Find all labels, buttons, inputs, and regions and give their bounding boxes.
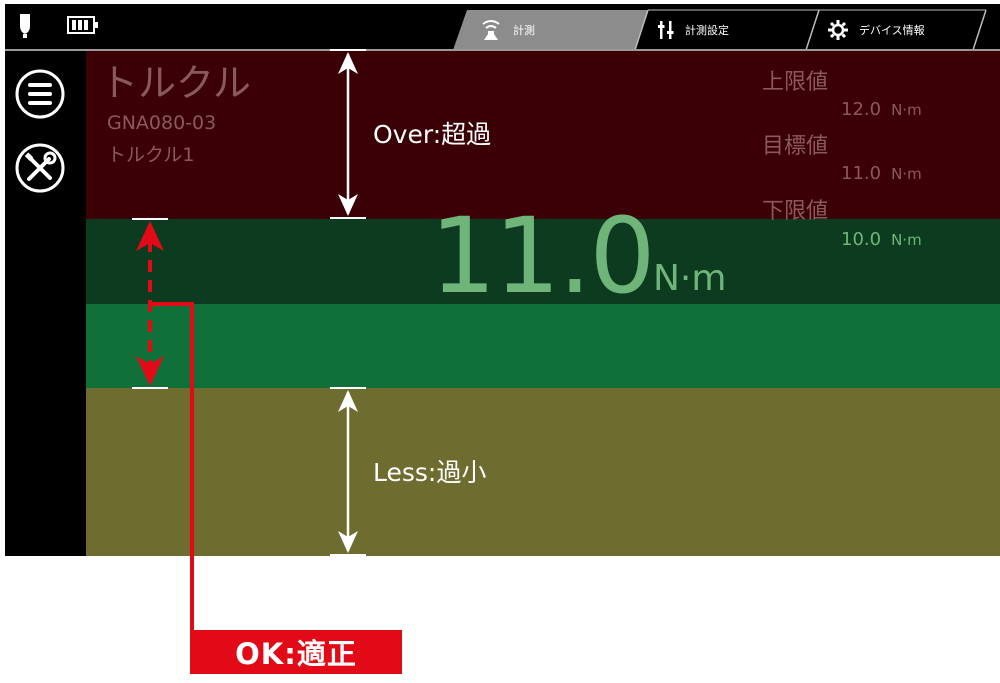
tools-button[interactable] [15,143,65,193]
menu-button[interactable] [15,69,65,119]
upper-limit-number: 12.0 [841,99,882,120]
sidebar [5,51,86,556]
upper-limit-value: 12.0 N·m [841,99,922,120]
ok-annotation: OK:適正 [190,630,402,674]
lower-limit-number: 10.0 [841,229,882,250]
target-label: 目標値 [762,134,829,159]
lower-limit-value: 10.0 N·m [841,229,922,250]
target-unit: N·m [891,165,922,183]
menu-icon [15,69,65,123]
signal-icon [479,18,503,42]
tab-measure-settings[interactable]: 計測設定 [657,10,729,50]
tab-device-info-label: デバイス情報 [859,24,925,37]
measured-unit: N·m [653,258,727,299]
less-annotation: Less:過小 [373,458,487,487]
tool-name: トルクル1 [107,144,195,166]
tools-icon [15,143,65,197]
lower-limit-label: 下限値 [762,199,829,224]
tool-title: トルクル [100,61,251,105]
upper-limit-unit: N·m [891,101,922,119]
upper-limit-label: 上限値 [762,70,829,95]
tool-model: GNA080-03 [107,112,217,134]
top-bar: 計測 計測設定 デバイス情報 [5,4,1000,50]
less-zone [86,388,1000,556]
lower-limit-unit: N·m [891,231,922,249]
tab-device-info[interactable]: デバイス情報 [827,10,925,50]
gear-icon [827,19,849,41]
tab-measure[interactable]: 計測 [479,10,535,50]
target-value: 11.0 N·m [841,163,922,184]
target-number: 11.0 [841,163,882,184]
over-annotation: Over:超過 [373,120,492,149]
tab-measure-settings-label: 計測設定 [685,24,729,37]
measured-value: 11.0 [430,195,656,317]
settings-icon [657,19,675,41]
tab-measure-label: 計測 [513,24,535,37]
